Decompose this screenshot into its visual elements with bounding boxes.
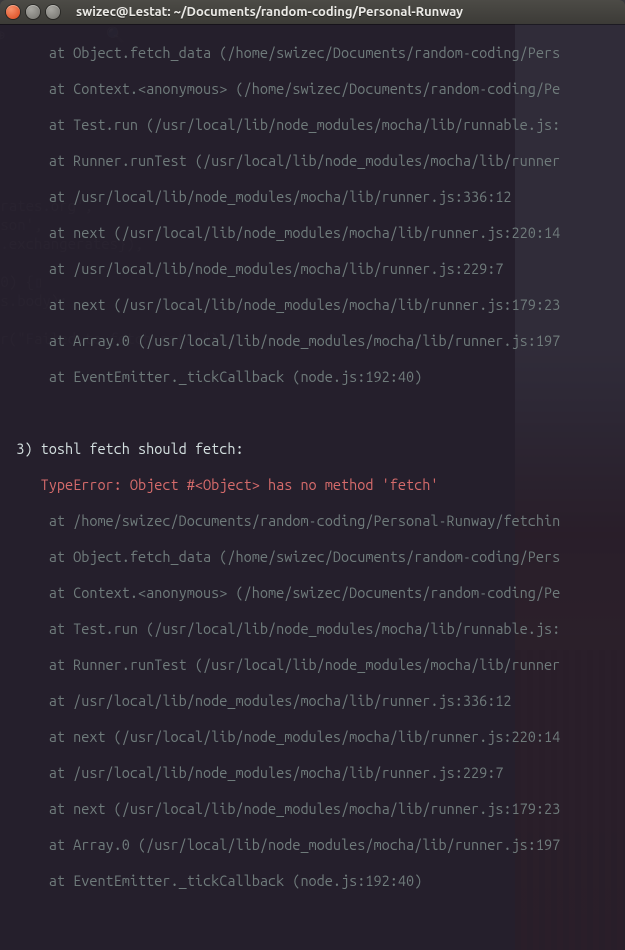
stack-trace-line: at /usr/local/lib/node_modules/mocha/lib… [0,692,625,710]
window-title: swizec@Lestat: ~/Documents/random-coding… [76,5,463,19]
stack-trace-line: at Object.fetch_data (/home/swizec/Docum… [0,548,625,566]
maximize-icon[interactable] [46,5,60,19]
stack-trace-line: at Runner.runTest (/usr/local/lib/node_m… [0,152,625,170]
stack-trace-line: at EventEmitter._tickCallback (node.js:1… [0,872,625,890]
stack-trace-line: at next (/usr/local/lib/node_modules/moc… [0,728,625,746]
stack-trace-line: at /usr/local/lib/node_modules/mocha/lib… [0,764,625,782]
close-icon[interactable] [6,5,20,19]
stack-trace-line: at next (/usr/local/lib/node_modules/moc… [0,800,625,818]
stack-trace-line: at next (/usr/local/lib/node_modules/moc… [0,296,625,314]
stack-trace-line: at Context.<anonymous> (/home/swizec/Doc… [0,80,625,98]
window-title-bar: swizec@Lestat: ~/Documents/random-coding… [0,0,625,24]
stack-trace-line: at Object.fetch_data (/home/swizec/Docum… [0,44,625,62]
test-fail-error: TypeError: Object #<Object> has no metho… [0,476,625,494]
stack-trace-line: at Array.0 (/usr/local/lib/node_modules/… [0,332,625,350]
terminal-output[interactable]: at Object.fetch_data (/home/swizec/Docum… [0,24,625,950]
stack-trace-line: at Context.<anonymous> (/home/swizec/Doc… [0,584,625,602]
stack-trace-line: at Runner.runTest (/usr/local/lib/node_m… [0,656,625,674]
stack-trace-line: at /usr/local/lib/node_modules/mocha/lib… [0,260,625,278]
stack-trace-line: at /usr/local/lib/node_modules/mocha/lib… [0,188,625,206]
stack-trace-line: at /home/swizec/Documents/random-coding/… [0,512,625,530]
test-fail-header: 3) toshl fetch should fetch: [0,440,625,458]
stack-trace-line: at next (/usr/local/lib/node_modules/moc… [0,224,625,242]
stack-trace-line: at Array.0 (/usr/local/lib/node_modules/… [0,836,625,854]
minimize-icon[interactable] [26,5,40,19]
stack-trace-line: at Test.run (/usr/local/lib/node_modules… [0,620,625,638]
stack-trace-line: at Test.run (/usr/local/lib/node_modules… [0,116,625,134]
stack-trace-line: at EventEmitter._tickCallback (node.js:1… [0,368,625,386]
